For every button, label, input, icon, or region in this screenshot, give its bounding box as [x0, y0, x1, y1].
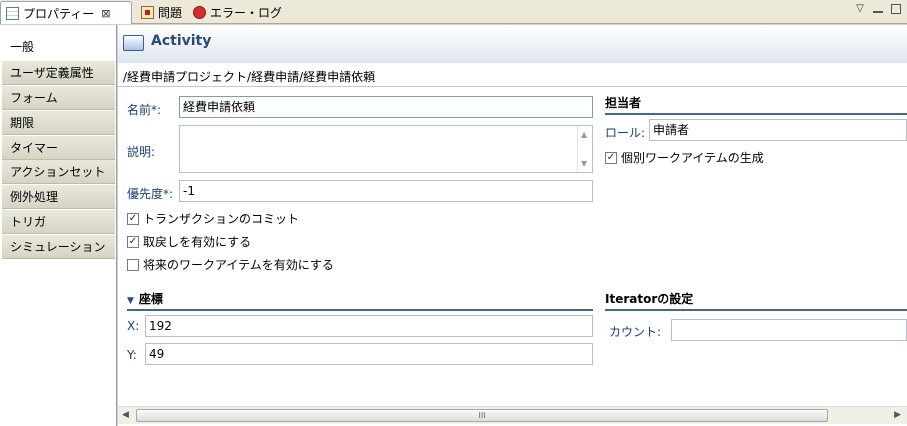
role-label: ロール: [605, 126, 646, 140]
sidebar-item-user-attributes[interactable]: ユーザ定義属性 [2, 61, 115, 85]
panel-header: Activity [118, 25, 907, 63]
y-field[interactable]: 49 [145, 343, 593, 365]
enable-withdraw-label: 取戻しを有効にする [143, 235, 252, 249]
sidebar: 一般 ユーザ定義属性 フォーム 期限 タイマー アクションセット 例外処理 トリ… [0, 25, 117, 426]
tab-problems-label: 問題 [158, 6, 183, 20]
sidebar-item-action-set[interactable]: アクションセット [2, 160, 115, 184]
sidebar-item-trigger[interactable]: トリガ [2, 210, 115, 234]
y-label: Y: [127, 348, 137, 362]
name-label: 名前*: [127, 103, 162, 117]
tab-properties[interactable]: プロパティー ⊠ [0, 1, 132, 24]
scroll-right-icon[interactable]: ▶ [894, 410, 901, 420]
divider [118, 86, 907, 87]
close-icon[interactable]: ⊠ [101, 7, 110, 20]
coords-section-label: 座標 [138, 292, 163, 306]
scroll-down-icon[interactable]: ▼ [581, 159, 587, 168]
breadcrumb: /経費申請プロジェクト/経費申請/経費申請依頼 [123, 70, 376, 84]
enable-future-workitem-checkbox[interactable]: 将来のワークアイテムを有効にする [127, 256, 334, 273]
description-label: 説明: [127, 145, 156, 159]
sidebar-item-general[interactable]: 一般 [2, 35, 115, 59]
activity-icon [123, 35, 144, 51]
page-title: Activity [151, 33, 212, 49]
count-label: カウント: [609, 325, 662, 339]
enable-future-workitem-label: 将来のワークアイテムを有効にする [143, 258, 334, 272]
sidebar-item-form[interactable]: フォーム [2, 86, 115, 110]
error-log-icon [193, 6, 206, 19]
enable-withdraw-checkbox[interactable]: ✓ 取戻しを有効にする [127, 233, 251, 250]
checkbox-checked-icon: ✓ [127, 235, 139, 248]
minimize-icon[interactable] [873, 7, 883, 13]
description-field[interactable]: ▲ ▼ [179, 125, 593, 173]
sidebar-item-timer[interactable]: タイマー [2, 136, 115, 160]
name-field[interactable]: 経費申請依頼 [179, 96, 593, 118]
checkbox-checked-icon: ✓ [127, 212, 139, 225]
maximize-icon[interactable] [891, 4, 901, 14]
priority-label: 優先度*: [127, 187, 174, 201]
x-label: X: [127, 319, 140, 333]
commit-transaction-checkbox[interactable]: ✓ トランザクションのコミット [127, 210, 299, 227]
scrollbar-thumb[interactable]: III [136, 409, 828, 422]
properties-panel: Activity /経費申請プロジェクト/経費申請/経費申請依頼 名前*: 経費… [118, 25, 907, 426]
assignee-section-title: 担当者 [605, 96, 642, 110]
scroll-up-icon[interactable]: ▲ [581, 130, 587, 139]
tab-properties-label: プロパティー [23, 6, 95, 21]
sidebar-item-simulation[interactable]: シミュレーション [2, 235, 115, 259]
checkbox-unchecked-icon [127, 258, 139, 271]
role-field[interactable]: 申請者 [649, 119, 907, 141]
sidebar-item-deadline[interactable]: 期限 [2, 111, 115, 135]
horizontal-scrollbar[interactable]: ◀ III ▶ [118, 406, 907, 424]
description-scrollbar[interactable]: ▲ ▼ [577, 126, 592, 172]
tab-error-log[interactable]: エラー・ログ [190, 1, 286, 24]
view-controls: ▽ [855, 4, 901, 14]
iterator-section-title: Iteratorの設定 [605, 292, 694, 306]
tab-error-log-label: エラー・ログ [210, 6, 283, 20]
count-field[interactable] [671, 319, 907, 341]
sidebar-item-exception[interactable]: 例外処理 [2, 185, 115, 209]
problems-icon [141, 6, 154, 19]
view-menu-icon[interactable]: ▽ [855, 4, 865, 14]
assignee-section-rule [605, 113, 907, 115]
tab-problems[interactable]: 問題 [137, 1, 187, 24]
coords-section-title[interactable]: ▼ 座標 [127, 290, 163, 307]
priority-field[interactable]: -1 [179, 180, 593, 202]
coords-section-rule [127, 309, 593, 311]
individual-workitem-checkbox[interactable]: ✓ 個別ワークアイテムの生成 [605, 149, 764, 166]
scroll-left-icon[interactable]: ◀ [122, 410, 129, 420]
commit-transaction-label: トランザクションのコミット [143, 212, 300, 226]
properties-icon [6, 6, 19, 20]
view-tab-bar: プロパティー ⊠ 問題 エラー・ログ ▽ [0, 0, 907, 24]
collapse-triangle-icon[interactable]: ▼ [127, 296, 134, 306]
x-field[interactable]: 192 [145, 315, 593, 337]
checkbox-checked-icon: ✓ [605, 151, 617, 164]
individual-workitem-label: 個別ワークアイテムの生成 [621, 151, 764, 165]
iterator-section-rule [605, 309, 907, 311]
